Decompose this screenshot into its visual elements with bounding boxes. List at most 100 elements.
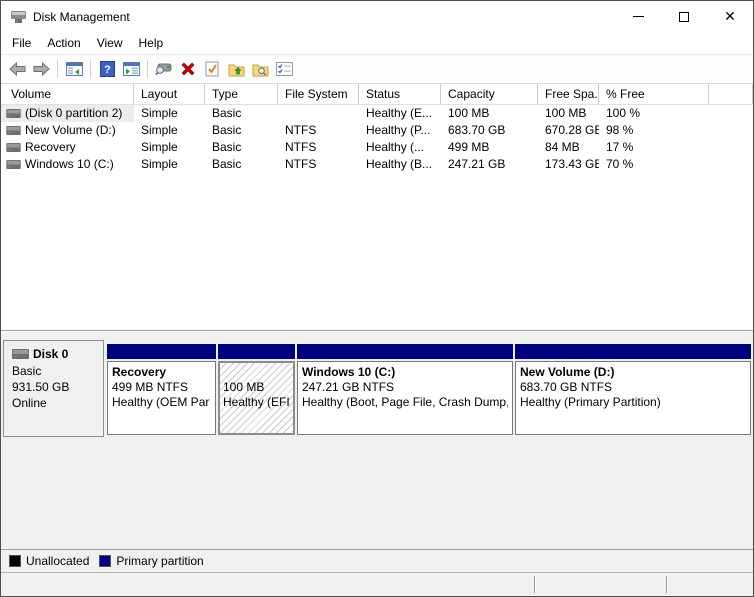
free-space-cell: 670.28 GB xyxy=(538,122,599,139)
file-system-cell: NTFS xyxy=(278,156,359,173)
disk0-label: Disk 0 xyxy=(33,347,68,361)
free-space-cell: 100 MB xyxy=(538,105,599,122)
primary-partition-bar xyxy=(107,344,216,359)
disk0-size: 931.50 GB xyxy=(12,379,103,395)
type-cell: Basic xyxy=(205,139,278,156)
console-tree-window-icon xyxy=(66,62,83,77)
volume-name: Recovery xyxy=(25,139,76,156)
minimize-button[interactable] xyxy=(615,1,661,32)
partition-windows10-c[interactable]: Windows 10 (C:) 247.21 GB NTFS Healthy (… xyxy=(297,344,513,435)
free-space-cell: 84 MB xyxy=(538,139,599,156)
partition-size: 100 MB xyxy=(223,380,290,395)
properties-checklist-button[interactable] xyxy=(272,57,296,81)
menu-file[interactable]: File xyxy=(4,34,39,52)
toolbar-separator xyxy=(147,60,148,78)
unallocated-label: Unallocated xyxy=(26,554,89,568)
volume-row-recovery[interactable]: Recovery Simple Basic NTFS Healthy (... … xyxy=(1,139,753,156)
volume-row-new-volume-d[interactable]: New Volume (D:) Simple Basic NTFS Health… xyxy=(1,122,753,139)
unallocated-swatch xyxy=(9,555,21,567)
back-button[interactable] xyxy=(5,57,29,81)
checked-document-icon xyxy=(205,61,219,77)
volume-row-disk0-partition2[interactable]: (Disk 0 partition 2) Simple Basic Health… xyxy=(1,105,753,122)
partition-name: Recovery xyxy=(112,365,211,380)
column-header-status[interactable]: Status xyxy=(359,84,441,104)
volume-list-header: Volume Layout Type File System Status Ca… xyxy=(1,84,753,105)
column-header-file-system[interactable]: File System xyxy=(278,84,359,104)
partition-new-volume-d[interactable]: New Volume (D:) 683.70 GB NTFS Healthy (… xyxy=(515,344,751,435)
type-cell: Basic xyxy=(205,105,278,122)
primary-partition-bar xyxy=(297,344,513,359)
folder-up-button[interactable] xyxy=(224,57,248,81)
disk-drive-icon xyxy=(10,10,27,24)
delete-red-x-icon xyxy=(180,61,196,77)
menu-help[interactable]: Help xyxy=(131,34,172,52)
partition-efi-selected[interactable]: 100 MB Healthy (EFI xyxy=(218,344,295,435)
volume-name: Windows 10 (C:) xyxy=(25,156,114,173)
volume-row-windows10-c[interactable]: Windows 10 (C:) Simple Basic NTFS Health… xyxy=(1,156,753,173)
percent-free-cell: 98 % xyxy=(599,122,709,139)
column-header-capacity[interactable]: Capacity xyxy=(441,84,538,104)
device-viewer-icon xyxy=(155,62,173,76)
title-bar: Disk Management ✕ xyxy=(1,1,753,32)
action-pane-window-icon xyxy=(123,62,140,77)
toolbar: ? xyxy=(1,54,753,84)
toolbar-separator xyxy=(90,60,91,78)
volume-icon xyxy=(6,143,21,152)
forward-arrow-icon xyxy=(33,62,50,76)
volume-name: New Volume (D:) xyxy=(25,122,116,139)
capacity-cell: 499 MB xyxy=(441,139,538,156)
column-header-type[interactable]: Type xyxy=(205,84,278,104)
maximize-button[interactable] xyxy=(661,1,707,32)
percent-free-cell: 100 % xyxy=(599,105,709,122)
type-cell: Basic xyxy=(205,156,278,173)
delete-volume-button[interactable] xyxy=(176,57,200,81)
close-button[interactable]: ✕ xyxy=(707,1,753,32)
capacity-cell: 100 MB xyxy=(441,105,538,122)
layout-cell: Simple xyxy=(134,122,205,139)
column-header-layout[interactable]: Layout xyxy=(134,84,205,104)
folder-magnifier-icon xyxy=(252,62,269,77)
partition-name: Windows 10 (C:) xyxy=(302,365,508,380)
capacity-cell: 683.70 GB xyxy=(441,122,538,139)
column-header-percent-free[interactable]: % Free xyxy=(599,84,709,104)
checked-document-button[interactable] xyxy=(200,57,224,81)
folder-search-button[interactable] xyxy=(248,57,272,81)
column-header-filler xyxy=(709,84,753,104)
show-action-pane-button[interactable] xyxy=(119,57,143,81)
primary-partition-bar xyxy=(515,344,751,359)
help-button[interactable]: ? xyxy=(95,57,119,81)
percent-free-cell: 17 % xyxy=(599,139,709,156)
primary-partition-label: Primary partition xyxy=(116,554,203,568)
partition-status: Healthy (OEM Par xyxy=(112,395,211,410)
partition-name: New Volume (D:) xyxy=(520,365,746,380)
file-system-cell: NTFS xyxy=(278,122,359,139)
column-header-free-space[interactable]: Free Spa... xyxy=(538,84,599,104)
menu-view[interactable]: View xyxy=(89,34,131,52)
help-icon: ? xyxy=(100,61,115,77)
primary-partition-bar xyxy=(218,344,295,359)
disk0-status: Online xyxy=(12,395,103,411)
back-arrow-icon xyxy=(9,62,26,76)
file-system-cell xyxy=(278,105,359,122)
status-cell: Healthy (P... xyxy=(359,122,441,139)
task-checklist-icon xyxy=(276,62,293,76)
column-header-volume[interactable]: Volume xyxy=(1,84,134,104)
layout-cell: Simple xyxy=(134,139,205,156)
disk0-info-panel[interactable]: Disk 0 Basic 931.50 GB Online xyxy=(3,340,104,437)
volume-icon xyxy=(6,126,21,135)
graphical-view-pane: Disk 0 Basic 931.50 GB Online Recovery 4… xyxy=(1,331,753,549)
show-console-tree-button[interactable] xyxy=(62,57,86,81)
disk-management-window: Disk Management ✕ File Action View Help xyxy=(0,0,754,597)
volume-icon xyxy=(6,160,21,169)
status-cell: Healthy (B... xyxy=(359,156,441,173)
toolbar-separator xyxy=(57,60,58,78)
status-bar xyxy=(1,572,753,596)
partition-recovery[interactable]: Recovery 499 MB NTFS Healthy (OEM Par xyxy=(107,344,216,435)
free-space-cell: 173.43 GB xyxy=(538,156,599,173)
partition-size: 499 MB NTFS xyxy=(112,380,211,395)
forward-button[interactable] xyxy=(29,57,53,81)
menu-action[interactable]: Action xyxy=(39,34,88,52)
status-cell: Healthy (E... xyxy=(359,105,441,122)
device-viewer-button[interactable] xyxy=(152,57,176,81)
layout-cell: Simple xyxy=(134,156,205,173)
